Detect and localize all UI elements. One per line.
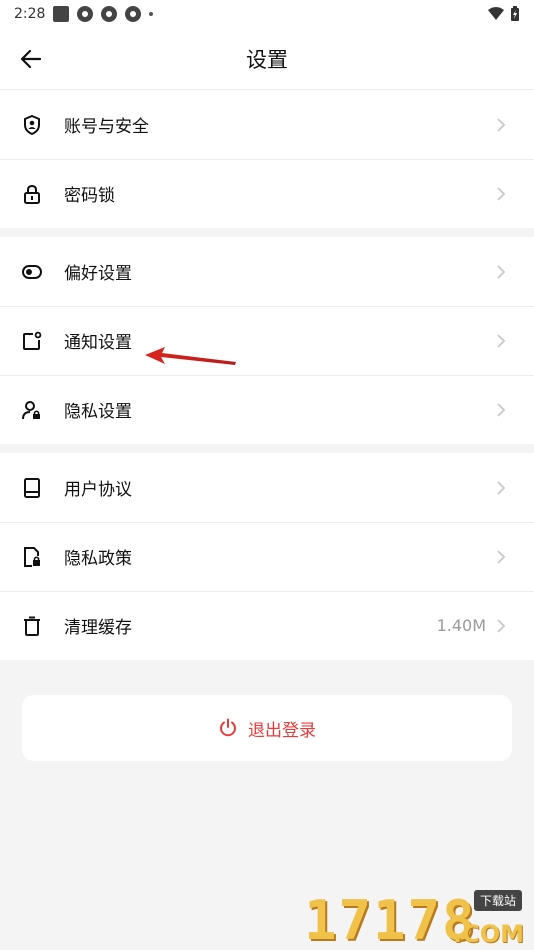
book-icon (22, 477, 42, 498)
status-time: 2:28 (14, 6, 46, 22)
watermark-logo: 17178 下载站 .COM (304, 885, 534, 950)
watermark-tag: 下载站 (473, 890, 522, 911)
shield-user-icon (22, 114, 42, 135)
back-button[interactable] (18, 46, 44, 72)
settings-item-label: 偏好设置 (64, 264, 132, 284)
logout-section: 退出登录 (0, 660, 534, 761)
app-bar: 设置 (0, 28, 534, 90)
chevron-right-icon (496, 402, 508, 418)
chevron-right-icon (496, 480, 508, 496)
wifi-icon (488, 7, 504, 20)
settings-item-privacy-settings[interactable]: 隐私设置 (0, 375, 534, 444)
settings-group-preferences: 偏好设置 通知设置 隐私设置 (0, 237, 534, 444)
settings-group-legal: 用户协议 隐私政策 清理缓存 1.40M (0, 453, 534, 660)
watermark-number: 17178 (304, 889, 477, 950)
settings-item-password-lock[interactable]: 密码锁 (0, 159, 534, 228)
settings-item-clear-cache[interactable]: 清理缓存 1.40M (0, 591, 534, 660)
trash-icon (22, 616, 42, 636)
toggle-icon (22, 262, 42, 282)
app-notification-icon (101, 6, 118, 22)
status-bar: 2:28 (0, 0, 534, 28)
section-divider (0, 444, 534, 453)
logout-label: 退出登录 (248, 720, 316, 741)
chevron-right-icon (496, 618, 508, 634)
document-lock-icon (22, 546, 42, 567)
settings-item-preferences[interactable]: 偏好设置 (0, 237, 534, 306)
app-notification-icon (77, 6, 94, 22)
app-notification-icon (53, 6, 70, 22)
settings-item-label: 隐私政策 (64, 549, 132, 569)
app-notification-icon (125, 6, 142, 22)
chevron-right-icon (496, 186, 508, 202)
notification-icon (22, 331, 42, 351)
lock-icon (22, 184, 42, 204)
chevron-right-icon (496, 264, 508, 280)
settings-item-label: 账号与安全 (64, 117, 149, 137)
settings-item-label: 清理缓存 (64, 618, 132, 638)
settings-item-label: 隐私设置 (64, 402, 132, 422)
chevron-right-icon (496, 549, 508, 565)
settings-item-user-agreement[interactable]: 用户协议 (0, 453, 534, 522)
settings-item-privacy-policy[interactable]: 隐私政策 (0, 522, 534, 591)
more-notifications-icon (149, 12, 154, 16)
arrow-left-icon (21, 50, 41, 68)
settings-item-notifications[interactable]: 通知设置 (0, 306, 534, 375)
page-title: 设置 (246, 47, 288, 72)
settings-item-label: 通知设置 (64, 333, 132, 353)
watermark-domain: .COM (452, 920, 524, 948)
settings-group-account: 账号与安全 密码锁 (0, 90, 534, 228)
power-icon (220, 718, 236, 737)
annotation-arrow-icon (145, 347, 236, 365)
section-divider (0, 228, 534, 237)
logout-button[interactable]: 退出登录 (22, 695, 512, 761)
settings-item-label: 密码锁 (64, 186, 115, 206)
cache-size-value: 1.40M (436, 616, 486, 635)
user-lock-icon (22, 400, 42, 420)
battery-icon (511, 6, 519, 21)
chevron-right-icon (496, 117, 508, 133)
chevron-right-icon (496, 333, 508, 349)
settings-item-label: 用户协议 (64, 480, 132, 500)
settings-item-account-security[interactable]: 账号与安全 (0, 90, 534, 159)
